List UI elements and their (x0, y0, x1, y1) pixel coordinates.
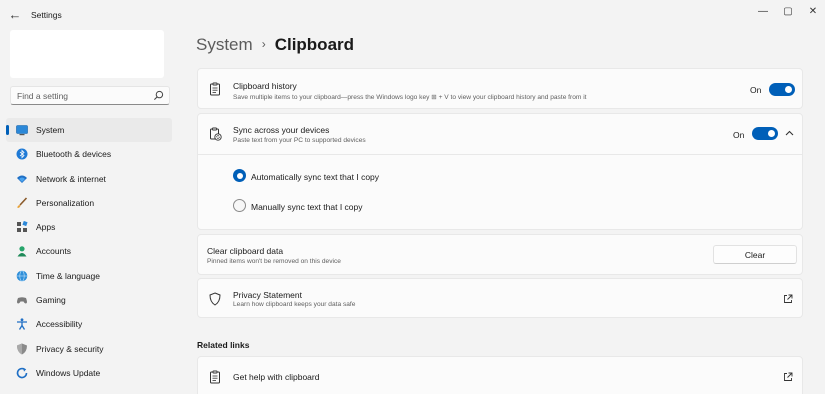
shield-icon (209, 292, 221, 306)
sidebar-item-label: System (36, 125, 65, 135)
close-button[interactable]: ✕ (802, 3, 824, 21)
sidebar-item-label: Bluetooth & devices (36, 149, 112, 160)
sidebar-item-label: Privacy & security (36, 343, 104, 354)
clipboard-history-title: Clipboard history (233, 81, 297, 91)
sidebar-item-system[interactable]: System (6, 118, 172, 143)
privacy-statement-title: Privacy Statement (233, 290, 302, 300)
time-language-icon (16, 270, 28, 282)
related-link-label: Get help with clipboard (233, 372, 320, 382)
clear-data-description: Pinned items won't be removed on this de… (207, 258, 341, 265)
clear-button[interactable]: Clear (713, 245, 797, 264)
auto-sync-label[interactable]: Automatically sync text that I copy (251, 172, 379, 182)
maximize-button[interactable]: ▢ (777, 3, 799, 21)
sync-devices-title: Sync across your devices (233, 125, 330, 135)
chevron-up-icon[interactable] (785, 129, 794, 138)
sidebar-item-personalization[interactable]: Personalization (6, 191, 172, 215)
manual-sync-radio[interactable] (233, 199, 246, 212)
clipboard-history-description: Save multiple items to your clipboard—pr… (233, 94, 587, 101)
search-input[interactable] (17, 89, 147, 103)
clipboard-history-state: On (750, 85, 762, 95)
user-profile-card[interactable] (10, 30, 164, 78)
sync-devices-toggle[interactable] (752, 127, 778, 140)
external-link-icon (784, 294, 793, 303)
title-bar: ← Settings — ▢ ✕ (0, 0, 825, 30)
clipboard-history-toggle[interactable] (769, 83, 795, 96)
system-icon (16, 125, 28, 136)
sidebar-item-apps[interactable]: Apps (6, 215, 172, 239)
sidebar-item-label: Apps (36, 222, 56, 233)
clipboard-history-card: Clipboard history Save multiple items to… (197, 68, 803, 109)
sidebar-item-label: Gaming (36, 295, 66, 306)
accessibility-icon (17, 318, 27, 331)
apps-icon (17, 221, 28, 233)
bluetooth-icon (16, 148, 28, 160)
sidebar-nav: System Bluetooth & devices Network & int… (6, 118, 172, 385)
sidebar-item-label: Personalization (36, 197, 95, 208)
personalization-icon (17, 197, 28, 208)
back-button[interactable]: ← (6, 6, 24, 24)
clipboard-icon (210, 82, 220, 96)
close-icon: ✕ (808, 6, 818, 17)
clear-data-title: Clear clipboard data (207, 246, 284, 256)
related-link-item[interactable]: Get help with clipboard (197, 356, 803, 394)
windows-update-icon (16, 367, 28, 379)
sidebar-item-network[interactable]: Network & internet (6, 167, 172, 191)
accounts-icon (17, 246, 27, 257)
auto-sync-radio[interactable] (233, 169, 246, 182)
privacy-security-icon (17, 343, 27, 355)
breadcrumb-separator: › (261, 37, 266, 51)
related-links-heading: Related links (197, 340, 250, 350)
sidebar-item-label: Accounts (36, 246, 71, 257)
maximize-icon: ▢ (783, 6, 793, 17)
sidebar-item-label: Accessibility (36, 319, 83, 330)
sidebar-item-gaming[interactable]: Gaming (6, 288, 172, 312)
external-link-icon (784, 372, 793, 381)
privacy-statement-description: Learn how clipboard keeps your data safe (233, 301, 356, 308)
manual-sync-label[interactable]: Manually sync text that I copy (251, 202, 363, 212)
sync-devices-icon (210, 127, 222, 141)
minimize-button[interactable]: — (752, 3, 774, 21)
sidebar-item-privacy-security[interactable]: Privacy & security (6, 337, 172, 361)
clipboard-icon (210, 370, 220, 384)
clear-data-card: Clear clipboard data Pinned items won't … (197, 234, 803, 275)
sidebar-item-accounts[interactable]: Accounts (6, 239, 172, 263)
sidebar-item-accessibility[interactable]: Accessibility (6, 312, 172, 336)
minimize-icon: — (758, 6, 768, 17)
privacy-statement-card[interactable]: Privacy Statement Learn how clipboard ke… (197, 278, 803, 318)
back-arrow-icon: ← (8, 7, 22, 22)
sidebar-item-windows-update[interactable]: Windows Update (6, 361, 172, 385)
page-title: Clipboard (274, 35, 355, 54)
sidebar-item-label: Network & internet (36, 173, 106, 184)
sync-devices-card: Sync across your devices Paste text from… (197, 113, 803, 230)
sidebar-item-label: Time & language (36, 270, 100, 281)
network-icon (17, 175, 27, 183)
window-title: Settings (31, 10, 62, 20)
search-box[interactable] (10, 86, 170, 105)
sidebar-item-bluetooth[interactable]: Bluetooth & devices (6, 142, 172, 166)
search-icon[interactable] (153, 90, 164, 101)
sync-devices-description: Paste text from your PC to supported dev… (233, 137, 366, 144)
sync-devices-header[interactable]: Sync across your devices Paste text from… (198, 114, 802, 155)
breadcrumb-parent-link[interactable]: System (196, 35, 253, 54)
breadcrumb: System › Clipboard (196, 35, 354, 55)
gaming-icon (17, 297, 27, 304)
sync-devices-state: On (733, 130, 745, 140)
sidebar-item-label: Windows Update (36, 367, 101, 378)
sidebar-item-time-language[interactable]: Time & language (6, 264, 172, 288)
